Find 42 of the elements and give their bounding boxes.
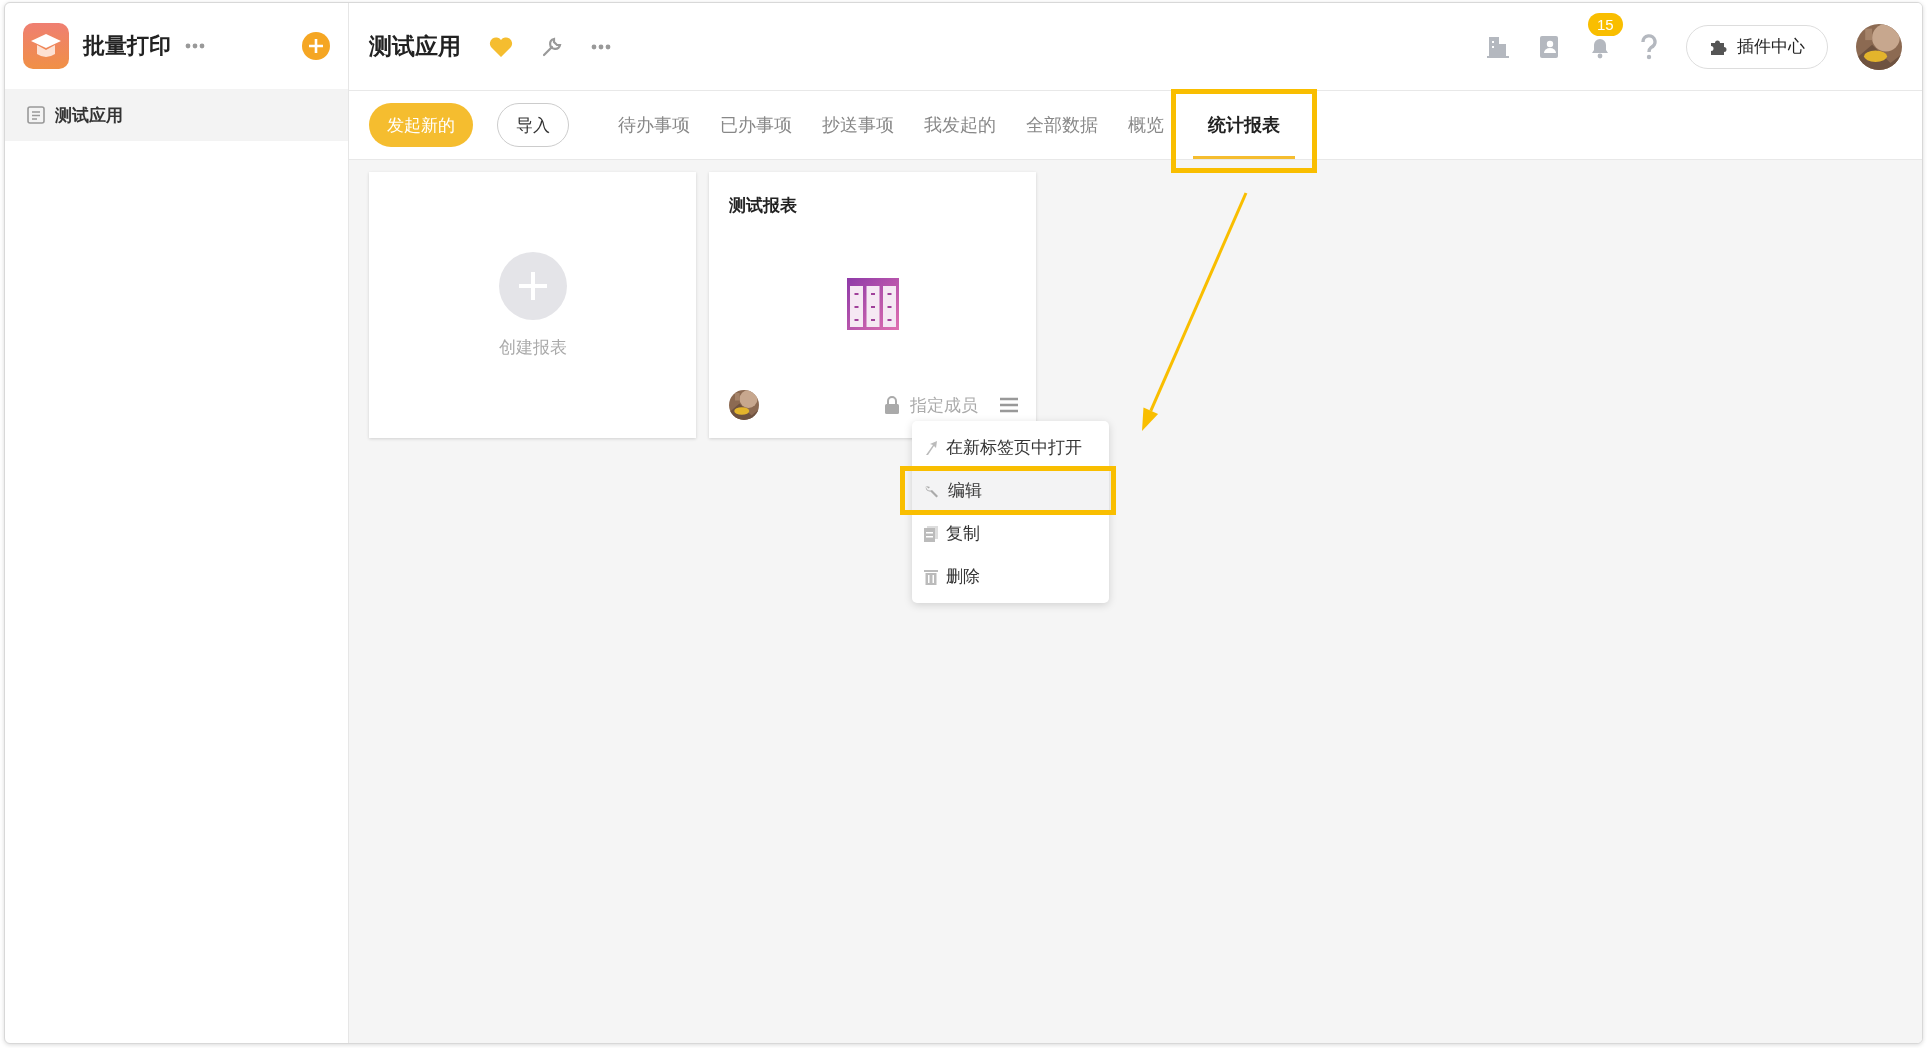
add-icon [498,251,567,320]
app-name: 批量打印 [83,32,171,60]
heart-icon[interactable] [489,35,513,58]
tab[interactable]: 抄送事项 [807,91,909,159]
menu-item-label: 编辑 [948,480,982,502]
help-icon[interactable] [1640,33,1658,60]
tab[interactable]: 已办事项 [705,91,807,159]
form-icon [27,106,45,124]
menu-item-label: 删除 [946,566,980,588]
create-report-label: 创建报表 [498,336,567,359]
tab[interactable]: 统计报表 [1193,91,1295,159]
table-icon [846,277,899,330]
sidebar-item[interactable]: 测试应用 [5,89,348,141]
sidebar-label: 测试应用 [55,104,123,127]
building-icon[interactable] [1486,34,1510,59]
more-icon[interactable] [591,43,611,50]
tab[interactable]: 我发起的 [909,91,1011,159]
more-icon[interactable] [185,43,205,49]
menu-icon[interactable] [1000,397,1018,413]
trash-icon [924,568,938,585]
wrench-icon[interactable] [541,35,563,58]
tab[interactable]: 待办事项 [603,91,705,159]
tab[interactable]: 全部数据 [1011,91,1113,159]
report-title: 测试报表 [728,195,798,217]
report-card[interactable]: 测试报表 指定成员 [709,172,1036,438]
lock-icon [884,396,900,414]
app-title: 测试应用 [369,32,461,61]
tab[interactable]: 概览 [1113,91,1179,159]
permission-label: 指定成员 [910,394,978,417]
arrow-icon [924,439,938,456]
document-icon [924,525,938,542]
import-button[interactable]: 导入 [497,103,569,147]
menu-item[interactable]: 编辑 [912,469,1109,512]
notification-badge: 15 [1588,12,1623,36]
menu-item[interactable]: 删除 [912,555,1109,598]
app-logo [23,23,69,69]
menu-item-label: 复制 [946,523,980,545]
menu-item[interactable]: 复制 [912,512,1109,555]
contacts-icon[interactable] [1538,34,1560,59]
plugin-center-button[interactable]: 插件中心 [1686,24,1828,69]
menu-item-label: 在新标签页中打开 [946,437,1082,459]
add-icon[interactable] [302,32,330,60]
